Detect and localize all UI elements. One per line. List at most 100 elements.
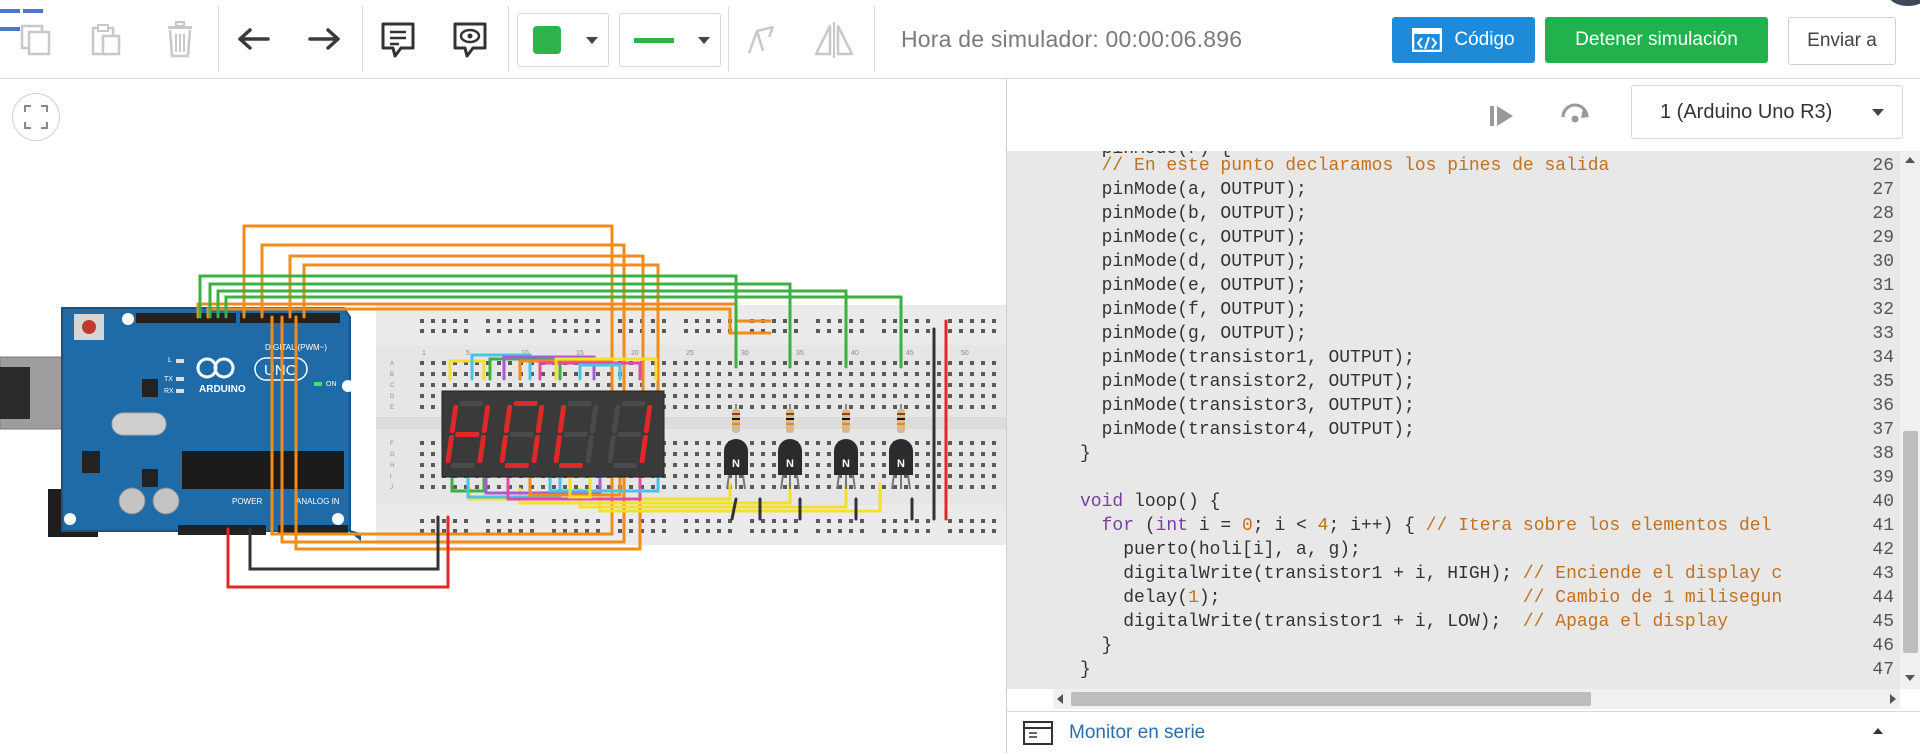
line-style-icon	[634, 38, 674, 43]
undo-icon[interactable]	[232, 18, 276, 62]
avatar[interactable]	[1888, 0, 1920, 6]
restart-icon[interactable]	[1557, 97, 1593, 133]
board-select-value: 1 (Arduino Uno R3)	[1660, 100, 1833, 123]
code-line: pinMode(f, OUTPUT);	[1080, 300, 1307, 320]
code-panel: 1 (Arduino Uno R3) pinMode(r) { 26 // En…	[1006, 79, 1920, 754]
code-line: pinMode(transistor4, OUTPUT);	[1080, 420, 1415, 440]
breadboard-row-letter: F	[390, 441, 394, 447]
code-icon	[1412, 28, 1443, 52]
resistor[interactable]	[732, 409, 740, 433]
scroll-right-icon[interactable]	[1890, 694, 1896, 704]
breadboard-column-number: 50	[961, 350, 969, 357]
code-line: delay(1); // Cambio de 1 milisegun	[1080, 588, 1783, 608]
code-line: }	[1080, 444, 1091, 464]
resistor[interactable]	[842, 409, 850, 433]
line-number: 42	[1872, 540, 1894, 560]
color-picker-dropdown[interactable]	[517, 13, 609, 67]
line-number: 33	[1872, 324, 1894, 344]
copy-icon[interactable]	[14, 18, 58, 62]
line-number: 28	[1872, 204, 1894, 224]
breadboard-column-number: 20	[631, 350, 639, 357]
line-number: 32	[1872, 300, 1894, 320]
step-icon[interactable]	[1485, 99, 1519, 133]
breadboard-row-letter: C	[390, 383, 395, 389]
line-number: 43	[1872, 564, 1894, 584]
breadboard-column-number: 5	[466, 350, 470, 357]
code-line: pinMode(b, OUTPUT);	[1080, 204, 1307, 224]
seven-segment-display[interactable]: HOLI	[441, 390, 665, 478]
vertical-scrollbar[interactable]	[1900, 151, 1920, 689]
horizontal-scrollbar[interactable]	[1053, 689, 1900, 709]
code-editor[interactable]: pinMode(r) { 26 // En este punto declara…	[1007, 151, 1900, 689]
scroll-left-icon[interactable]	[1057, 694, 1063, 704]
l-led-label: L	[168, 357, 172, 364]
code-line: // En este punto declaramos los pines de…	[1101, 156, 1610, 176]
serial-monitor-icon	[1023, 721, 1053, 745]
expand-icon[interactable]	[1873, 728, 1883, 734]
line-number: 35	[1872, 372, 1894, 392]
code-line: pinMode(transistor1, OUTPUT);	[1080, 348, 1415, 368]
simulator-time: Hora de simulador: 00:00:06.896	[901, 26, 1243, 52]
chevron-down-icon	[698, 37, 710, 44]
line-gutter	[1007, 151, 1059, 689]
code-line: }	[1080, 636, 1113, 656]
breadboard-column-number: 1	[422, 350, 426, 357]
resistor[interactable]	[897, 409, 905, 433]
line-number: 45	[1872, 612, 1894, 632]
line-style-dropdown[interactable]	[619, 13, 721, 67]
breadboard-row-letter: J	[390, 485, 393, 491]
on-label: ON	[326, 381, 337, 388]
paste-icon[interactable]	[84, 18, 128, 62]
arduino-logo-text: ARDUINO	[199, 384, 246, 395]
send-to-label: Enviar a	[1807, 30, 1877, 51]
code-line: pinMode(d, OUTPUT);	[1080, 252, 1307, 272]
horizontal-scroll-thumb[interactable]	[1071, 692, 1591, 706]
breadboard-row-letter: G	[390, 452, 395, 458]
transistor-label: N	[842, 458, 850, 470]
visibility-icon[interactable]	[448, 18, 492, 62]
breadboard-column-number: 40	[851, 350, 859, 357]
circuit-drawing: DIGITAL (PWM~) ARDUINO UNO L TX RX ON PO…	[0, 224, 1006, 589]
microcontroller-chip	[182, 451, 344, 489]
power-label: POWER	[232, 497, 262, 506]
color-swatch-icon	[533, 26, 561, 54]
code-line: pinMode(c, OUTPUT);	[1080, 228, 1307, 248]
rotate-icon[interactable]	[740, 18, 784, 62]
code-button[interactable]: Código	[1392, 17, 1535, 63]
line-number: 31	[1872, 276, 1894, 296]
main-toolbar: Hora de simulador: 00:00:06.896 Código D…	[0, 0, 1920, 79]
serial-monitor-label: Monitor en serie	[1069, 722, 1206, 743]
flip-icon[interactable]	[812, 18, 856, 62]
chevron-down-icon	[586, 37, 598, 44]
code-line: digitalWrite(transistor1 + i, HIGH); // …	[1080, 564, 1783, 584]
note-icon[interactable]	[376, 18, 420, 62]
line-number: 36	[1872, 396, 1894, 416]
circuit-canvas[interactable]: DIGITAL (PWM~) ARDUINO UNO L TX RX ON PO…	[0, 79, 1006, 753]
fit-to-view-button[interactable]	[12, 93, 60, 141]
scroll-down-icon[interactable]	[1905, 675, 1915, 681]
breadboard-row-letter: E	[390, 405, 394, 411]
breadboard-row-letter: A	[390, 361, 394, 367]
scroll-up-icon[interactable]	[1905, 157, 1915, 163]
transistor-label: N	[897, 458, 905, 470]
code-line: digitalWrite(transistor1 + i, LOW); // A…	[1080, 612, 1729, 632]
stop-simulation-button[interactable]: Detener simulación	[1545, 17, 1768, 63]
line-number: 27	[1872, 180, 1894, 200]
send-to-button[interactable]: Enviar a	[1788, 17, 1896, 65]
serial-monitor-bar[interactable]: Monitor en serie	[1007, 711, 1920, 754]
breadboard-column-number: 25	[686, 350, 694, 357]
vertical-scroll-thumb[interactable]	[1903, 431, 1918, 653]
code-line: }	[1080, 660, 1091, 680]
code-line: puerto(holi[i], a, g);	[1080, 540, 1361, 560]
board-select[interactable]: 1 (Arduino Uno R3)	[1631, 85, 1903, 139]
code-line: pinMode(transistor3, OUTPUT);	[1080, 396, 1415, 416]
resistor[interactable]	[786, 409, 794, 433]
line-number: 39	[1872, 468, 1894, 488]
breadboard-row-letter: D	[390, 394, 395, 400]
line-number: 46	[1872, 636, 1894, 656]
delete-icon[interactable]	[158, 18, 202, 62]
stop-simulation-label: Detener simulación	[1575, 29, 1738, 50]
code-line: pinMode(a, OUTPUT);	[1080, 180, 1307, 200]
reset-button[interactable]	[82, 320, 96, 334]
redo-icon[interactable]	[302, 18, 346, 62]
